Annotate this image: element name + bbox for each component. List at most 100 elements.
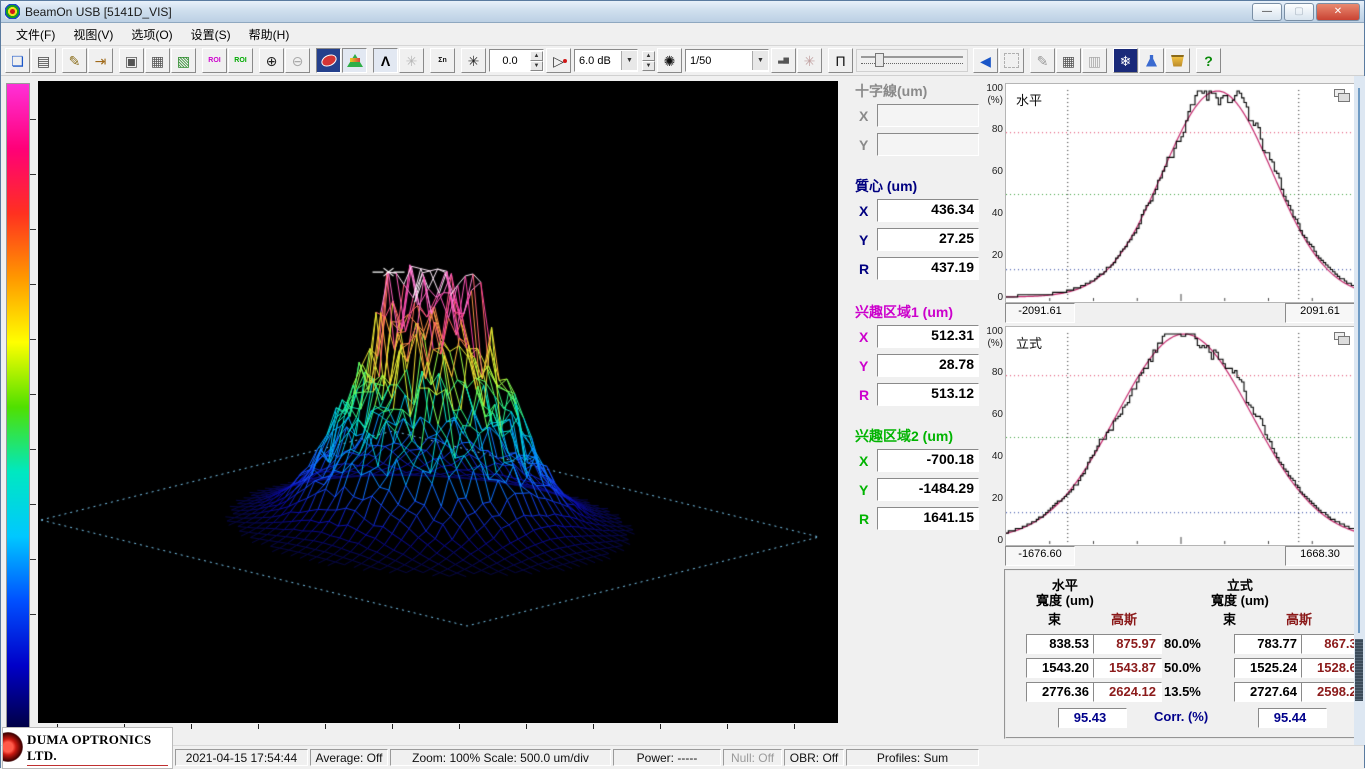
- width-table-header-horizontal: 水平 寬度 (um): [1036, 579, 1094, 609]
- beamview-axis-tick: [526, 724, 527, 729]
- rate-combo[interactable]: 1/50▼: [685, 49, 769, 72]
- menu-item-4[interactable]: 帮助(H): [240, 23, 299, 46]
- roi1-row-x: X512.31: [859, 325, 987, 348]
- horizontal-profile-ytick: 20: [979, 250, 1003, 261]
- minimize-button[interactable]: —: [1252, 3, 1282, 21]
- beamview-axis-tick: [392, 724, 393, 729]
- splitter-grip[interactable]: [1355, 639, 1363, 701]
- vertical-profile-ylabel: (%): [979, 338, 1003, 349]
- film-button[interactable]: ▦: [145, 48, 170, 73]
- roi1-button[interactable]: ROI: [202, 48, 227, 73]
- beam-3d-view[interactable]: [38, 81, 838, 723]
- clip-level-13.5%: 13.5%: [1164, 684, 1201, 699]
- exit-icon: ⇥: [95, 54, 107, 68]
- beam-width-v-50.0%: 1525.24: [1234, 658, 1303, 678]
- profile-slider-thumb[interactable]: [875, 53, 884, 67]
- histogram-icon: ▃▆: [778, 57, 789, 64]
- db-combo-dropdown-icon[interactable]: ▼: [621, 51, 637, 70]
- sum-profiles-button[interactable]: Σn: [430, 48, 455, 73]
- status-zoom-scale: Zoom: 100% Scale: 500.0 um/div: [390, 749, 611, 766]
- help-button[interactable]: ?: [1196, 48, 1221, 73]
- print-button[interactable]: ▤: [31, 48, 56, 73]
- film-icon: ▦: [151, 54, 164, 68]
- gain-spin[interactable]: 0.0▲▼: [489, 49, 544, 72]
- gaussian-fit-button[interactable]: Λ: [373, 48, 398, 73]
- vertical-profile-plot[interactable]: 立式: [1005, 326, 1357, 546]
- horizontal-profile-cascade-icon[interactable]: [1334, 89, 1350, 102]
- roi2-x-label: X: [859, 453, 877, 469]
- colorbar-tick: [30, 614, 36, 615]
- zoom-in-button[interactable]: ⊕: [259, 48, 284, 73]
- freeze-button[interactable]: ❄: [1113, 48, 1138, 73]
- gauss-col-label-h: 高斯: [1111, 613, 1137, 628]
- grid-button[interactable]: ▦: [1056, 48, 1081, 73]
- image-play-button[interactable]: ▧: [171, 48, 196, 73]
- pulse-button[interactable]: Π: [828, 48, 853, 73]
- open-report-button[interactable]: ❏: [5, 48, 30, 73]
- beamview-axis-tick: [660, 724, 661, 729]
- roi2-y-label: Y: [859, 482, 877, 498]
- splitter-accent: [1358, 88, 1360, 633]
- roi2-r-field: 1641.15: [877, 507, 979, 530]
- gain-spin-value[interactable]: 0.0: [490, 55, 530, 67]
- print-icon: ▤: [37, 54, 50, 68]
- menu-item-1[interactable]: 视图(V): [64, 23, 122, 46]
- roi1-row-r: R513.12: [859, 383, 987, 406]
- sound-button[interactable]: ◀: [973, 48, 998, 73]
- beam-col-label-v: 束: [1223, 613, 1236, 628]
- rate-combo-value: 1/50: [686, 55, 752, 67]
- histogram-button[interactable]: ▃▆: [771, 48, 796, 73]
- colorbar-tick: [30, 284, 36, 285]
- vertical-profile-ytick: 0: [979, 535, 1003, 546]
- setup-button: ✎: [1030, 48, 1055, 73]
- fan-button[interactable]: ✺: [657, 48, 682, 73]
- camera-button[interactable]: ▣: [119, 48, 144, 73]
- horizontal-profile-plot[interactable]: 水平: [1005, 83, 1357, 303]
- exit-button[interactable]: ⇥: [88, 48, 113, 73]
- gauss-col-label-v: 高斯: [1286, 613, 1312, 628]
- menu-item-0[interactable]: 文件(F): [7, 23, 64, 46]
- flask-button[interactable]: [1139, 48, 1164, 73]
- properties-button[interactable]: ✎: [62, 48, 87, 73]
- horizontal-profile-ytick: 60: [979, 166, 1003, 177]
- status-bar: DUMA OPTRONICS LTD. Innovative Optronics…: [1, 745, 1364, 769]
- vertical-profile-cascade-icon[interactable]: [1334, 332, 1350, 345]
- roi2-button[interactable]: ROI: [228, 48, 253, 73]
- menu-item-3[interactable]: 设置(S): [182, 23, 240, 46]
- horizontal-profile-ylabel: (%): [979, 95, 1003, 106]
- db-combo[interactable]: 6.0 dB▼: [574, 49, 638, 72]
- beam-width-h-13.5%: 2776.36: [1026, 682, 1095, 702]
- bucket-button[interactable]: [1165, 48, 1190, 73]
- crosshair-y-field[interactable]: [877, 133, 979, 156]
- beamview-axis-tick: [593, 724, 594, 729]
- rate-combo-dropdown-icon[interactable]: ▼: [752, 51, 768, 70]
- horizontal-profile-title: 水平: [1016, 90, 1042, 109]
- corr-h: 95.43: [1058, 708, 1127, 728]
- trigger-button[interactable]: ▷: [546, 48, 571, 73]
- menu-item-2[interactable]: 选项(O): [122, 23, 181, 46]
- roi2-icon: ROI: [234, 57, 246, 64]
- beam-width-h-50.0%: 1543.20: [1026, 658, 1095, 678]
- panel-splitter[interactable]: [1354, 76, 1365, 745]
- gain-spin-arrows[interactable]: ▲▼: [530, 51, 543, 71]
- capture-area-icon: [1004, 53, 1019, 68]
- help-icon: ?: [1204, 54, 1213, 68]
- status-time: 2021-04-15 17:54:44: [175, 749, 308, 766]
- centroid-r-field: 437.19: [877, 257, 979, 280]
- db-updown[interactable]: ▲▼: [642, 51, 655, 71]
- roi1-y-label: Y: [859, 358, 877, 374]
- roi2-r-label: R: [859, 511, 877, 527]
- status-null: Null: Off: [723, 749, 782, 766]
- close-button[interactable]: ✕: [1316, 3, 1360, 21]
- color-3d-button[interactable]: [342, 48, 367, 73]
- status-obr: OBR: Off: [784, 749, 844, 766]
- power-star-button[interactable]: ✳: [461, 48, 486, 73]
- crosshair-x-field[interactable]: [877, 104, 979, 127]
- profile-slider[interactable]: [856, 49, 968, 72]
- window-title: BeamOn USB [5141D_VIS]: [25, 5, 1250, 19]
- setup-icon: ✎: [1037, 54, 1049, 68]
- grid-icon: ▦: [1062, 54, 1075, 68]
- ellipse-mode-button[interactable]: [316, 48, 341, 73]
- roi1-r-label: R: [859, 387, 877, 403]
- roi2-y-field: -1484.29: [877, 478, 979, 501]
